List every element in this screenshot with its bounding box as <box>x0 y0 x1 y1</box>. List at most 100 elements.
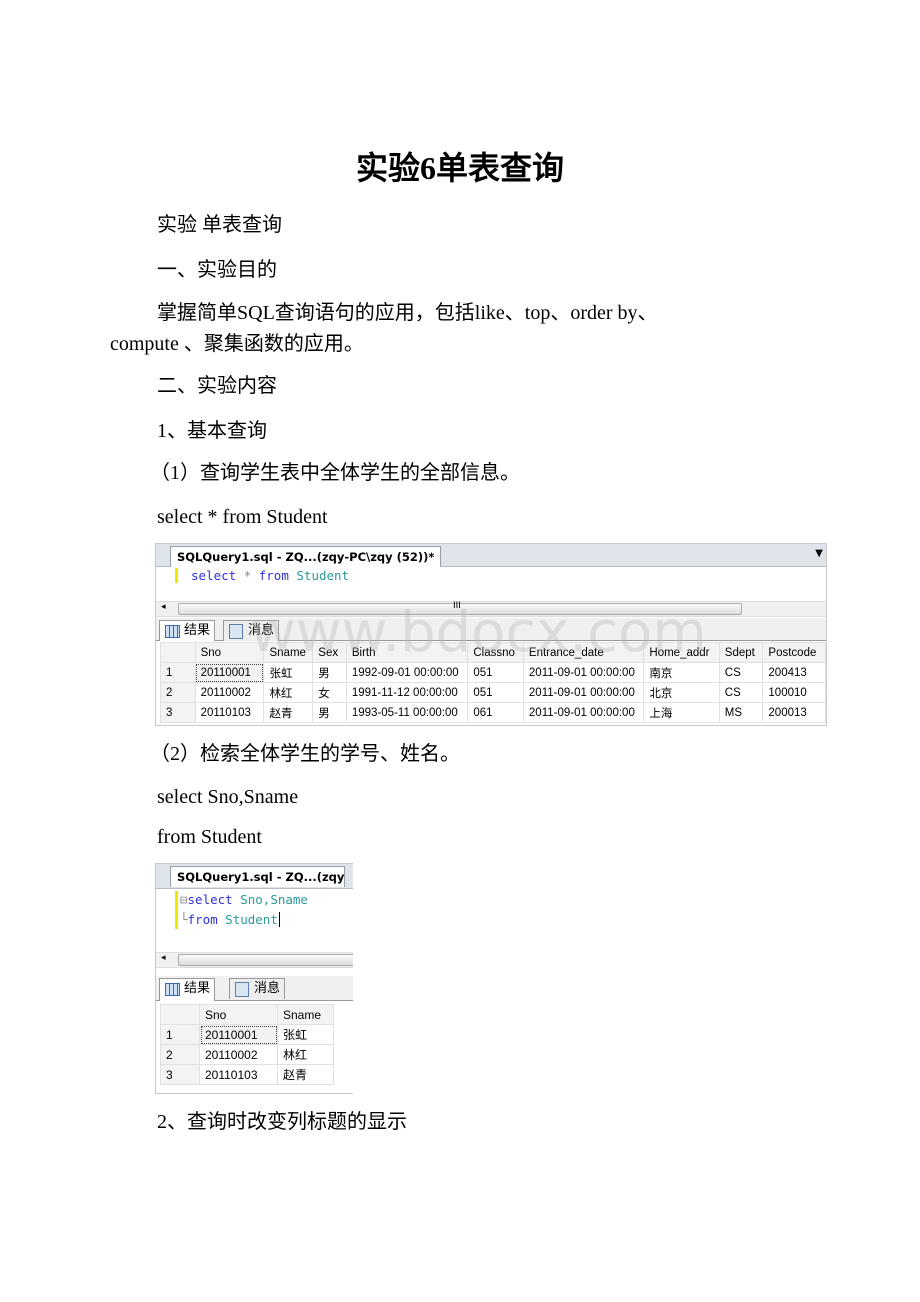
row-number[interactable]: 3 <box>160 702 196 723</box>
column-header[interactable] <box>160 1004 200 1025</box>
column-header[interactable]: Sno <box>194 642 265 663</box>
paragraph: （1）查询学生表中全体学生的全部信息。 <box>150 462 520 484</box>
table-cell[interactable]: 林红 <box>263 682 314 703</box>
paragraph: 实验 单表查询 <box>157 214 282 236</box>
table-cell[interactable]: 女 <box>312 682 347 703</box>
row-number[interactable]: 2 <box>160 1044 200 1065</box>
grid-icon <box>165 625 180 638</box>
column-header[interactable]: Birth <box>345 642 469 663</box>
table-cell[interactable]: 200013 <box>762 702 826 723</box>
tab-messages[interactable]: 消息 <box>223 620 280 641</box>
table-cell[interactable]: CS <box>718 682 764 703</box>
column-header[interactable]: Sdept <box>718 642 764 663</box>
table-cell[interactable]: 上海 <box>643 702 720 723</box>
ssms-screenshot-1: SQLQuery1.sql - ZQ...(zqy-PC\zqy (52))* … <box>155 543 827 726</box>
table-cell[interactable]: 20110001 <box>194 662 265 683</box>
table-cell[interactable]: 林红 <box>277 1044 334 1065</box>
tab-label: 消息 <box>254 981 281 996</box>
table-cell[interactable]: 20110002 <box>199 1044 278 1065</box>
tab-messages[interactable]: 消息 <box>229 978 286 999</box>
column-header[interactable] <box>160 642 196 663</box>
table-cell[interactable]: 2011-09-01 00:00:00 <box>522 662 645 683</box>
column-header[interactable]: Sname <box>277 1004 334 1025</box>
table-cell[interactable]: 100010 <box>762 682 826 703</box>
query-tab[interactable]: SQLQuery1.sql - ZQ...(zqy <box>170 866 346 887</box>
table-cell[interactable]: 061 <box>467 702 524 723</box>
code-line: select * from Student <box>191 568 349 583</box>
column-header[interactable]: Entrance_date <box>522 642 645 663</box>
table-row[interactable]: 1 20110001 张虹男 1992-09-01 00:00:00 051 2011-0… <box>160 662 826 683</box>
grid-icon <box>165 983 180 996</box>
column-header[interactable]: Sname <box>263 642 314 663</box>
sql-text: from Student <box>157 826 262 848</box>
results-grid[interactable]: Sno Sname 1 20110001 张虹 2 20110002 林红 3 20110103 赵… <box>160 1004 334 1085</box>
column-header[interactable]: Postcode <box>762 642 826 663</box>
table-cell[interactable]: CS <box>718 662 764 683</box>
table-cell[interactable]: 1992-09-01 00:00:00 <box>345 662 469 683</box>
subsection-heading: 1、基本查询 <box>157 420 267 442</box>
tab-bar: SQLQuery1.sql - ZQ...(zqy <box>156 864 353 889</box>
paragraph: （2）检索全体学生的学号、姓名。 <box>150 743 460 765</box>
table-cell[interactable]: 2011-09-01 00:00:00 <box>522 702 645 723</box>
row-number[interactable]: 2 <box>160 682 196 703</box>
horizontal-scrollbar[interactable]: ◂ <box>156 952 353 968</box>
tab-results[interactable]: 结果 <box>159 620 216 641</box>
table-cell[interactable]: MS <box>718 702 764 723</box>
row-number[interactable]: 1 <box>160 1024 200 1045</box>
ssms-screenshot-2: SQLQuery1.sql - ZQ...(zqy ⊟select Sno,Sn… <box>155 863 353 1094</box>
table-cell[interactable]: 051 <box>467 682 524 703</box>
table-cell[interactable]: 200413 <box>762 662 826 683</box>
table-row[interactable]: 1 20110001 张虹 <box>160 1024 334 1045</box>
table-row[interactable]: 3 20110103 赵青 <box>160 1064 334 1085</box>
table-cell[interactable]: 1993-05-11 00:00:00 <box>345 702 469 723</box>
table-cell[interactable]: 20110103 <box>194 702 265 723</box>
column-header[interactable]: Sex <box>312 642 347 663</box>
operator: * <box>243 568 252 583</box>
column-header[interactable]: Home_addr <box>643 642 720 663</box>
column-header[interactable]: Sno <box>199 1004 278 1025</box>
tab-label: 结果 <box>184 981 211 996</box>
results-grid[interactable]: Sno Sname Sex Birth Classno Entrance_date Home… <box>160 642 826 723</box>
query-tab[interactable]: SQLQuery1.sql - ZQ...(zqy-PC\zqy (52))* <box>170 546 442 567</box>
row-number[interactable]: 1 <box>160 662 196 683</box>
section-heading: 二、实验内容 <box>157 375 277 397</box>
sql-text: select Sno,Sname <box>157 786 299 808</box>
outline-line: └ <box>180 912 188 927</box>
table-row[interactable]: 2 20110002 林红 <box>160 1044 334 1065</box>
scrollbar-thumb[interactable] <box>178 954 353 966</box>
table-row[interactable]: 3 20110103 赵青男 1993-05-11 00:00:00 061 2011-0… <box>160 702 826 723</box>
table-row[interactable]: 2 20110002 林红女 1991-11-12 00:00:00 051 2011-0… <box>160 682 826 703</box>
text-cursor <box>278 912 280 927</box>
table-cell[interactable]: 20110103 <box>199 1064 278 1085</box>
table-cell[interactable]: 20110002 <box>194 682 265 703</box>
table-cell[interactable]: 赵青 <box>277 1064 334 1085</box>
table-cell[interactable]: 051 <box>467 662 524 683</box>
keyword: from <box>187 912 218 927</box>
code-line: ⊟select Sno,Sname <box>180 892 308 907</box>
table-cell[interactable]: 男 <box>312 662 347 683</box>
table-cell[interactable]: 1991-11-12 00:00:00 <box>345 682 469 703</box>
table-cell[interactable]: 张虹 <box>263 662 314 683</box>
keyword: select <box>191 568 237 583</box>
table-cell[interactable]: 男 <box>312 702 347 723</box>
scroll-left-icon[interactable]: ◂ <box>161 953 166 963</box>
horizontal-scrollbar[interactable]: ◂ III <box>156 601 826 617</box>
table-cell[interactable]: 北京 <box>643 682 720 703</box>
identifier: Sno,Sname <box>240 892 308 907</box>
dropdown-arrow-icon[interactable]: ▼ <box>815 548 823 559</box>
table-cell[interactable]: 赵青 <box>263 702 314 723</box>
collapse-icon[interactable]: ⊟ <box>180 892 188 907</box>
scroll-left-icon[interactable]: ◂ <box>161 602 166 612</box>
table-cell[interactable]: 南京 <box>643 662 720 683</box>
column-header[interactable]: Classno <box>467 642 524 663</box>
row-number[interactable]: 3 <box>160 1064 200 1085</box>
tab-results[interactable]: 结果 <box>159 978 216 1001</box>
table-cell[interactable]: 张虹 <box>277 1024 334 1045</box>
change-marker <box>175 568 178 583</box>
scrollbar-thumb[interactable]: III <box>178 601 742 615</box>
identifier: Student <box>225 912 278 927</box>
header-row: Sno Sname Sex Birth Classno Entrance_date Home… <box>160 642 826 663</box>
table-cell[interactable]: 2011-09-01 00:00:00 <box>522 682 645 703</box>
results-tabs: 结果 消息 <box>156 618 826 641</box>
table-cell[interactable]: 20110001 <box>199 1024 278 1045</box>
